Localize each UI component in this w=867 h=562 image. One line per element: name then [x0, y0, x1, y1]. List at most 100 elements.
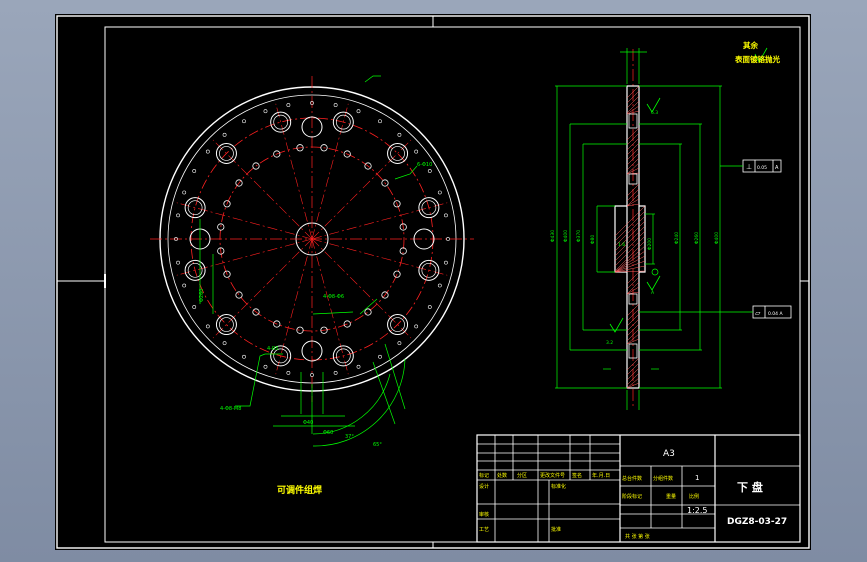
dim-label-left: Φ260 — [199, 289, 205, 302]
sd-label-200: Φ200 — [647, 238, 653, 250]
perpendicularity-value: 0.05 — [757, 165, 767, 171]
edge-hole — [378, 119, 382, 124]
radial-line — [212, 139, 313, 240]
radial-line — [275, 103, 313, 240]
sd-label-outer: Φ400 — [714, 232, 720, 244]
radial-line — [311, 103, 349, 240]
dim-label-6-phi10: 6-Φ10 — [417, 162, 432, 168]
tb-sheets: 共 张 第 张 — [625, 533, 650, 540]
tb-date: 年.月.日 — [592, 472, 610, 479]
edge-hole — [182, 283, 187, 288]
hatch-line — [614, 215, 646, 247]
drawing-canvas[interactable]: 4-R5 4-Φ8-M8 4-Φ8-Φ6 6-Φ10 Φ40 Φ60 37° 6… — [55, 14, 811, 550]
hatch-line — [614, 205, 646, 237]
dim-label-37: 37° — [345, 434, 354, 440]
surface-note-line1: 其余 — [743, 40, 758, 50]
edge-hole — [333, 371, 338, 375]
tb-weight: 重量 — [666, 493, 676, 500]
edge-hole — [333, 103, 338, 107]
tb-sign: 签名 — [572, 472, 582, 479]
dim-label-65: 65° — [373, 442, 382, 448]
hatch-line — [614, 210, 646, 242]
inner-border — [104, 26, 801, 543]
outer-border — [56, 15, 810, 549]
tb-standardize: 标准化 — [551, 483, 566, 490]
edge-hole — [242, 354, 246, 359]
section-hatching — [614, 85, 646, 389]
tb-zone: 分区 — [517, 472, 527, 479]
edge-hole — [414, 324, 419, 329]
radial-line — [176, 238, 313, 276]
roughness-symbol-1 — [646, 97, 661, 113]
tb-drawing-no: DGZ8-03-27 — [727, 517, 787, 527]
tb-stage-mark: 阶段标记 — [622, 493, 642, 500]
sd-rough-3: 6.3 — [651, 110, 658, 116]
tb-mark: 标记 — [479, 472, 489, 479]
hatch-line — [614, 245, 646, 273]
edge-hole — [205, 324, 210, 329]
tb-scale: 1:2.5 — [687, 506, 708, 515]
datum-circle — [651, 268, 659, 276]
small-hole — [381, 179, 389, 187]
tb-process: 工艺 — [479, 527, 489, 533]
tb-qty: 处数 — [497, 472, 507, 479]
roughness-symbol-3 — [646, 275, 661, 291]
dim-label-m8: 4-Φ8-M8 — [220, 406, 241, 412]
large-hole-counterbore — [273, 114, 289, 130]
edge-hole — [286, 103, 291, 107]
tb-approve: 批准 — [551, 526, 561, 533]
edge-hole — [378, 354, 382, 359]
edge-hole — [444, 260, 448, 265]
title-block-text: 标记 处数 分区 更改文件号 签名 年.月.日 设计 标准化 审核 工艺 批准 … — [479, 449, 787, 540]
tb-total-weight: 总台件数 — [622, 475, 642, 482]
radial-line — [311, 238, 349, 375]
small-hole — [320, 144, 328, 152]
sd-label-240: Φ240 — [674, 232, 680, 244]
tb-part-name: 下 盘 — [737, 480, 763, 494]
sd-label-80: Φ80 — [590, 235, 596, 244]
sd-label-400: Φ400 — [563, 230, 569, 242]
sd-rough-1: 1.6 — [618, 242, 625, 248]
radial-line — [311, 238, 412, 339]
small-hole — [235, 291, 243, 299]
perpendicularity-icon: ⊥ — [746, 163, 752, 171]
hatch-line — [614, 255, 646, 273]
small-hole — [252, 162, 260, 170]
flatness-value: 0.04 A — [768, 311, 783, 317]
drawing-sheet: 4-R5 4-Φ8-M8 4-Φ8-Φ6 6-Φ10 Φ40 Φ60 37° 6… — [55, 14, 811, 550]
tb-ratio: 比例 — [689, 493, 699, 500]
edge-hole — [437, 190, 442, 195]
leader-phi8 — [235, 353, 266, 407]
edge-hole — [263, 109, 268, 114]
edge-hole — [397, 341, 402, 346]
arc-dim-37 — [312, 373, 391, 435]
perpendicularity-datum: A — [775, 165, 779, 171]
hatch-line — [626, 382, 640, 389]
flatness-icon: ▱ — [755, 309, 761, 317]
edge-hole — [427, 169, 432, 173]
edge-hole — [222, 132, 227, 137]
edge-hole — [444, 213, 448, 218]
radial-line — [176, 202, 313, 240]
section-view — [614, 49, 646, 409]
edge-hole — [263, 364, 268, 369]
tb-change-doc: 更改文件号 — [540, 472, 565, 479]
tb-review: 审核 — [479, 511, 489, 518]
dim-label-r5: 4-R5 — [267, 346, 279, 352]
leader-m8 — [312, 311, 354, 315]
sd-label-430: Φ430 — [550, 230, 556, 242]
leader-6-phi10 — [394, 165, 418, 180]
tb-design: 设计 — [479, 483, 489, 490]
edge-hole — [437, 283, 442, 288]
hatch-line — [614, 225, 646, 257]
sd-label-370: Φ370 — [576, 230, 582, 242]
front-view — [150, 76, 474, 402]
radial-line — [311, 202, 448, 240]
ext-line-angle-1 — [372, 361, 396, 425]
edge-hole — [397, 132, 402, 137]
ext-line-angle-2 — [384, 343, 406, 410]
edge-hole — [356, 109, 361, 114]
roughness-symbols — [609, 47, 768, 333]
cad-viewport[interactable]: 4-R5 4-Φ8-M8 4-Φ8-Φ6 6-Φ10 Φ40 Φ60 37° 6… — [0, 0, 867, 562]
edge-hole — [356, 364, 361, 369]
